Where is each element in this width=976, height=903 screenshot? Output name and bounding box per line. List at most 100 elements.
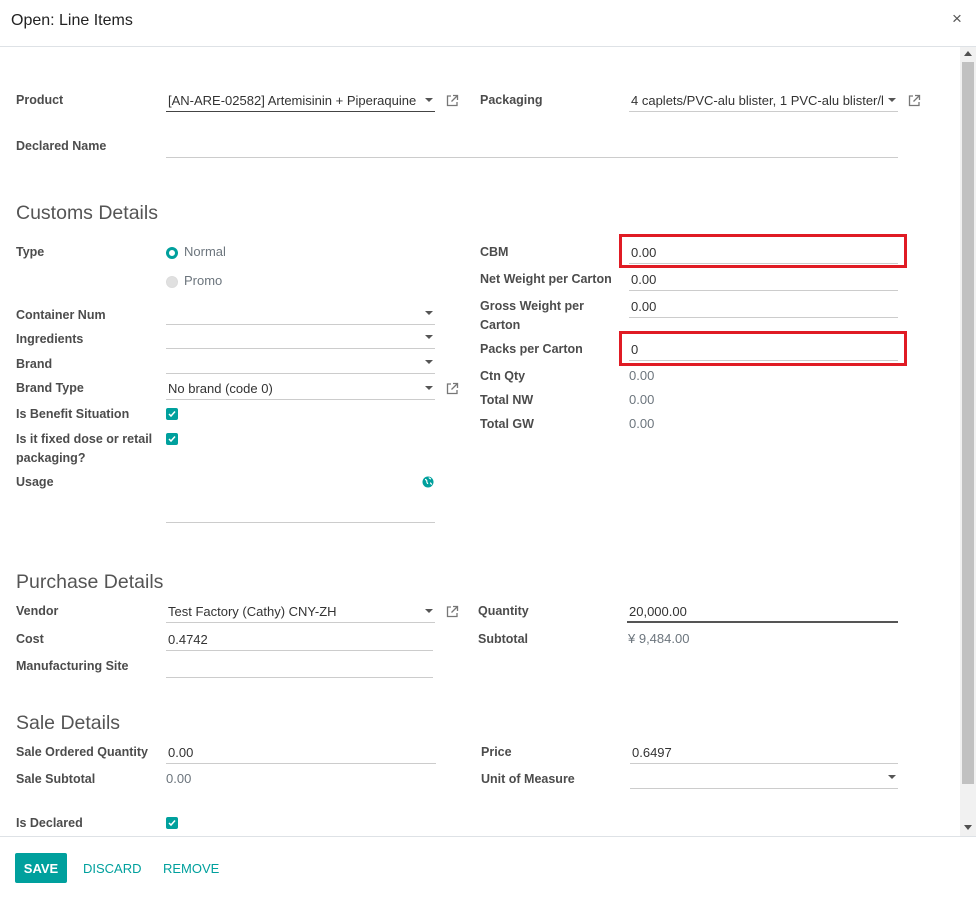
sale-subtotal-value: 0.00 xyxy=(166,771,192,786)
price-value: 0.6497 xyxy=(632,745,672,760)
gross-weight-value: 0.00 xyxy=(631,299,657,314)
save-button[interactable]: SAVE xyxy=(15,853,67,883)
chevron-down-icon[interactable] xyxy=(425,360,433,364)
cbm-highlight-box xyxy=(619,234,907,268)
declared-name-label: Declared Name xyxy=(16,139,107,153)
external-link-icon[interactable] xyxy=(908,94,921,107)
declared-name-input[interactable] xyxy=(166,136,898,158)
sale-ordered-qty-label: Sale Ordered Quantity xyxy=(16,745,148,759)
brand-select[interactable] xyxy=(166,352,435,374)
manufacturing-site-input[interactable] xyxy=(166,656,433,678)
external-link-icon[interactable] xyxy=(446,382,459,395)
brand-type-label: Brand Type xyxy=(16,381,84,395)
vendor-label: Vendor xyxy=(16,604,59,618)
usage-label: Usage xyxy=(16,475,54,489)
quantity-label: Quantity xyxy=(478,604,529,618)
sale-ordered-qty-input[interactable]: 0.00 xyxy=(166,742,436,764)
benefit-situation-checkbox[interactable] xyxy=(166,408,178,420)
ctn-qty-label: Ctn Qty xyxy=(480,369,526,383)
fixed-dose-label-line1: Is it fixed dose or retail xyxy=(16,432,153,446)
sale-details-heading: Sale Details xyxy=(16,712,121,734)
brand-label: Brand xyxy=(16,357,53,371)
is-declared-checkbox[interactable] xyxy=(166,817,178,829)
check-icon xyxy=(168,820,176,827)
vendor-value: Test Factory (Cathy) CNY-ZH xyxy=(168,604,337,619)
price-label: Price xyxy=(481,745,512,759)
type-normal-radio[interactable] xyxy=(166,247,178,259)
brand-type-value: No brand (code 0) xyxy=(168,381,273,396)
scroll-down-arrow-icon[interactable] xyxy=(964,825,972,830)
header-divider xyxy=(0,46,976,47)
type-promo-label[interactable]: Promo xyxy=(184,273,222,288)
price-input[interactable]: 0.6497 xyxy=(630,742,898,764)
dialog-title: Open: Line Items xyxy=(11,12,133,29)
subtotal-label: Subtotal xyxy=(478,632,528,646)
quantity-value: 20,000.00 xyxy=(629,604,687,619)
remove-button[interactable]: REMOVE xyxy=(163,861,219,876)
packaging-label: Packaging xyxy=(480,93,543,107)
fixed-dose-label-line2: packaging? xyxy=(16,451,86,465)
chevron-down-icon[interactable] xyxy=(425,311,433,315)
chevron-down-icon[interactable] xyxy=(425,386,433,390)
packaging-value: 4 caplets/PVC-alu blister, 1 PVC-alu bli… xyxy=(631,93,883,108)
ctn-qty-value: 0.00 xyxy=(629,368,655,383)
chevron-down-icon[interactable] xyxy=(888,775,896,779)
purchase-details-heading: Purchase Details xyxy=(16,571,164,593)
gross-weight-label-line2: Carton xyxy=(480,318,521,332)
vendor-select[interactable]: Test Factory (Cathy) CNY-ZH xyxy=(166,601,435,623)
container-num-select[interactable] xyxy=(166,303,435,325)
usage-textarea[interactable] xyxy=(166,470,435,523)
chevron-down-icon[interactable] xyxy=(425,98,433,102)
quantity-input[interactable]: 20,000.00 xyxy=(627,601,898,623)
is-declared-label: Is Declared xyxy=(16,816,83,830)
close-icon[interactable]: × xyxy=(952,9,962,29)
net-weight-input[interactable]: 0.00 xyxy=(629,269,898,291)
globe-icon[interactable] xyxy=(422,476,434,488)
packs-per-carton-label: Packs per Carton xyxy=(480,342,583,356)
benefit-situation-label: Is Benefit Situation xyxy=(16,407,130,421)
product-value: [AN-ARE-02582] Artemisinin + Piperaquine… xyxy=(168,93,418,108)
cbm-label: CBM xyxy=(480,245,509,259)
packs-highlight-box xyxy=(619,331,907,366)
sale-ordered-qty-value: 0.00 xyxy=(168,745,194,760)
total-nw-value: 0.00 xyxy=(629,392,655,407)
brand-type-select[interactable]: No brand (code 0) xyxy=(166,378,435,400)
chevron-down-icon[interactable] xyxy=(425,609,433,613)
sale-subtotal-label: Sale Subtotal xyxy=(16,772,96,786)
ingredients-select[interactable] xyxy=(166,327,435,349)
cost-input[interactable]: 0.4742 xyxy=(166,629,433,651)
chevron-down-icon[interactable] xyxy=(425,335,433,339)
gross-weight-input[interactable]: 0.00 xyxy=(629,296,898,318)
type-normal-label[interactable]: Normal xyxy=(184,244,226,259)
unit-of-measure-label: Unit of Measure xyxy=(481,772,575,786)
type-promo-radio[interactable] xyxy=(166,276,178,288)
gross-weight-label-line1: Gross Weight per xyxy=(480,299,584,313)
packaging-select[interactable]: 4 caplets/PVC-alu blister, 1 PVC-alu bli… xyxy=(629,90,898,112)
external-link-icon[interactable] xyxy=(446,605,459,618)
net-weight-label: Net Weight per Carton xyxy=(480,272,612,286)
footer-divider xyxy=(0,836,976,837)
type-label: Type xyxy=(16,245,45,259)
manufacturing-site-label: Manufacturing Site xyxy=(16,659,129,673)
cost-label: Cost xyxy=(16,632,44,646)
external-link-icon[interactable] xyxy=(446,94,459,107)
subtotal-value: ¥ 9,484.00 xyxy=(628,631,690,646)
unit-of-measure-select[interactable] xyxy=(630,767,898,789)
customs-details-heading: Customs Details xyxy=(16,202,158,224)
ingredients-label: Ingredients xyxy=(16,332,84,346)
net-weight-value: 0.00 xyxy=(631,272,657,287)
product-label: Product xyxy=(16,93,64,107)
scroll-up-arrow-icon[interactable] xyxy=(964,51,972,56)
cost-value: 0.4742 xyxy=(168,632,208,647)
container-num-label: Container Num xyxy=(16,308,106,322)
total-gw-value: 0.00 xyxy=(629,416,655,431)
check-icon xyxy=(168,436,176,443)
total-gw-label: Total GW xyxy=(480,417,534,431)
scrollbar-thumb[interactable] xyxy=(962,62,974,784)
discard-button[interactable]: DISCARD xyxy=(83,861,142,876)
product-select[interactable]: [AN-ARE-02582] Artemisinin + Piperaquine… xyxy=(166,90,435,112)
chevron-down-icon[interactable] xyxy=(888,98,896,102)
total-nw-label: Total NW xyxy=(480,393,534,407)
fixed-dose-checkbox[interactable] xyxy=(166,433,178,445)
check-icon xyxy=(168,411,176,418)
